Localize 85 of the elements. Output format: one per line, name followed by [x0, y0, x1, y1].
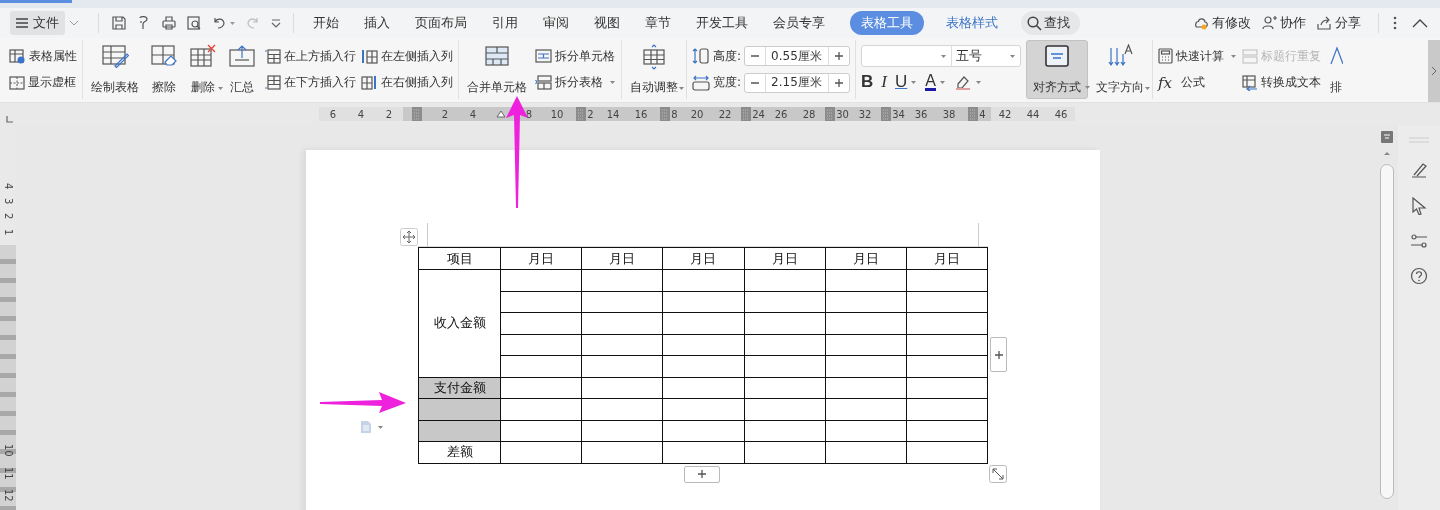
ruler-number: 44 — [1026, 108, 1040, 120]
menu-tab[interactable]: 审阅 — [531, 11, 581, 35]
ruler-number: 12 — [2, 489, 14, 502]
ruler-number: 10 — [2, 443, 14, 457]
ribbon-button[interactable]: 在上方插入行 — [264, 45, 356, 68]
ruler-number: 16 — [634, 108, 648, 120]
format-button[interactable]: I — [881, 72, 887, 92]
ruler-number: 38 — [942, 108, 956, 120]
menu-tab[interactable]: 引用 — [480, 11, 530, 35]
ruler-number: 1 — [2, 228, 14, 235]
ruler-number: 36 — [914, 108, 928, 120]
column-header: 项目 — [418, 247, 501, 270]
ruler-number: 4 — [979, 108, 986, 120]
ruler-number: 8 — [525, 108, 533, 120]
ruler-number: 30 — [836, 108, 849, 120]
menu-tab[interactable]: 页面布局 — [403, 11, 479, 35]
ribbon-button[interactable]: 转换成文本 — [1242, 71, 1322, 94]
search-button[interactable]: 查找 — [1021, 11, 1080, 35]
ruler-number: 24 — [752, 108, 765, 120]
ribbon-button[interactable]: 在左侧插入列 — [361, 45, 453, 68]
ruler-number: 4 — [2, 182, 14, 189]
ruler-number: 26 — [774, 108, 788, 120]
menu-tab[interactable]: 视图 — [582, 11, 632, 35]
ruler-number: 2 — [587, 108, 594, 120]
table-cell: 支付金额 — [418, 377, 501, 399]
ribbon-button[interactable]: 拆分单元格 — [535, 45, 616, 68]
ruler-number: 8 — [671, 108, 678, 120]
ribbon-button[interactable]: 汇总 — [225, 40, 259, 99]
ruler-number: 10 — [550, 108, 564, 120]
ruler-number: 11 — [2, 466, 14, 480]
ribbon-button[interactable]: 显示虚框 — [9, 71, 77, 94]
ruler-number: 46 — [1054, 108, 1068, 120]
menu-tab[interactable]: 插入 — [352, 11, 402, 35]
menu-tab[interactable]: 开发工具 — [684, 11, 760, 35]
ribbon-button[interactable]: 文字方向 — [1093, 40, 1148, 99]
menu-tab[interactable]: 章节 — [633, 11, 683, 35]
ruler-number: 20 — [690, 108, 704, 120]
ribbon-button[interactable]: fx 公式 — [1158, 71, 1238, 94]
ribbon-button[interactable]: 排 — [1326, 40, 1347, 99]
toolbar-action[interactable]: 协作 — [1261, 14, 1306, 32]
ribbon-button[interactable]: 对齐方式 — [1026, 40, 1089, 99]
number-stepper[interactable]: 0.55厘米 — [744, 46, 851, 67]
format-button[interactable]: A — [925, 73, 946, 91]
column-header: 月日 — [662, 247, 745, 270]
menu-tab[interactable]: 会员专享 — [761, 11, 837, 35]
format-button[interactable]: U — [895, 72, 918, 92]
table-cell: 差额 — [418, 441, 501, 463]
column-header: 月日 — [906, 247, 988, 270]
ribbon-button[interactable]: 删除 — [186, 40, 220, 99]
column-header: 月日 — [825, 247, 907, 270]
toolbar-action[interactable]: 分享 — [1316, 14, 1361, 32]
field-label: 高度: — [713, 47, 742, 65]
ruler-number: 4 — [469, 108, 477, 120]
column-header: 月日 — [581, 247, 663, 270]
ruler-number: 32 — [858, 108, 872, 120]
ribbon-button[interactable]: 自动调整 — [627, 40, 681, 99]
ruler-number: 22 — [718, 108, 732, 120]
ruler-number: 34 — [892, 108, 905, 120]
ribbon-button[interactable]: 在下方插入行 — [264, 71, 356, 94]
ruler-number: 6 — [329, 108, 337, 120]
ribbon-button[interactable]: 在右侧插入列 — [361, 71, 453, 94]
file-menu-button[interactable]: 文件 — [10, 11, 65, 35]
ruler-number: 42 — [998, 108, 1012, 120]
ribbon-button[interactable]: 表格属性 — [9, 45, 77, 68]
ribbon-button[interactable]: 绘制表格 — [88, 40, 142, 99]
ruler-number: 28 — [802, 108, 816, 120]
ribbon-button[interactable]: 合并单元格 — [464, 40, 530, 99]
ribbon-button[interactable]: 擦除 — [147, 40, 181, 99]
ruler-number: 2 — [2, 213, 14, 220]
column-header: 月日 — [744, 247, 826, 270]
menu-tab[interactable]: 表格样式 — [934, 11, 1010, 35]
number-stepper[interactable]: 2.15厘米 — [744, 72, 851, 93]
ribbon-button[interactable]: 快速计算 — [1158, 45, 1238, 68]
column-header: 月日 — [500, 247, 582, 270]
ruler-number: 14 — [606, 108, 620, 120]
ruler-number: 2 — [385, 108, 393, 120]
ruler-number: 3 — [2, 197, 14, 205]
ribbon-button[interactable]: 拆分表格 — [535, 71, 616, 94]
ruler-number: 4 — [357, 108, 365, 120]
table-cell: 收入金额 — [418, 269, 501, 377]
field-label: 宽度: — [713, 74, 742, 92]
ruler-number: 2 — [441, 108, 449, 120]
menu-tab[interactable]: 开始 — [301, 11, 351, 35]
format-button[interactable]: B — [861, 72, 874, 92]
toolbar-action[interactable]: 有修改 — [1193, 14, 1251, 32]
